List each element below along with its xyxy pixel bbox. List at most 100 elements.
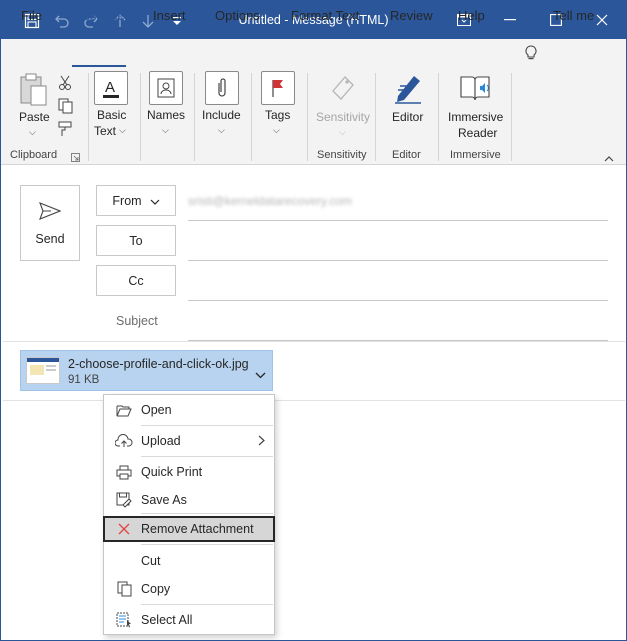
menu-item-save-as[interactable]: Save As [104,487,274,513]
divider [3,341,625,342]
cc-label: Cc [128,273,144,288]
clipboard-launcher-icon[interactable] [71,151,80,165]
basic-text-icon[interactable]: A [94,71,128,105]
copy-icon [115,581,133,597]
paste-caret-icon[interactable]: ⌵ [29,127,36,138]
lightbulb-icon[interactable] [524,45,538,64]
tags-button[interactable]: Tags [265,108,290,122]
attachment-name: 2-choose-profile-and-click-ok.jpg [68,357,249,371]
menu-item-label: Quick Print [141,465,203,479]
include-caret-icon[interactable]: ⌵ [218,125,225,136]
tab-options[interactable]: Options [215,8,260,23]
tags-caret-icon[interactable]: ⌵ [273,125,280,136]
menu-separator [141,604,273,605]
from-underline [188,220,608,221]
from-button[interactable]: From [96,185,176,216]
sensitivity-icon[interactable] [329,73,357,106]
paperclip-icon[interactable] [205,71,239,105]
divider [3,400,625,401]
chevron-down-icon [150,194,160,208]
chevron-right-icon [258,435,265,449]
from-label: From [112,193,142,208]
tab-help[interactable]: Help [458,8,485,23]
group-separator [307,73,308,161]
basic-text-label-2[interactable]: Text [94,124,116,138]
send-label: Send [35,232,65,246]
attachment-chip[interactable]: 2-choose-profile-and-click-ok.jpg 91 KB [20,350,273,391]
group-separator [375,73,376,161]
menu-item-open[interactable]: Open [104,397,274,423]
subject-label: Subject [116,314,158,328]
menu-item-cut[interactable]: Cut [104,548,274,574]
names-button[interactable]: Names [147,108,185,122]
include-button[interactable]: Include [202,108,241,122]
editor-button[interactable]: Editor [392,110,423,124]
paste-icon[interactable] [18,73,48,110]
group-separator [194,73,195,161]
tab-format-text[interactable]: Format Text [291,8,359,23]
to-button[interactable]: To [96,225,176,256]
attachment-chevron-down-icon[interactable] [255,368,266,382]
immersive-reader-label-1[interactable]: Immersive [448,110,503,124]
remove-x-icon [115,521,133,537]
flag-icon[interactable] [261,71,295,105]
sensitivity-caret-icon[interactable]: ⌵ [339,127,346,138]
attachment-size: 91 KB [68,374,100,386]
menu-item-upload[interactable]: Upload [104,428,274,454]
send-button[interactable]: Send [20,185,80,261]
tell-me-search[interactable]: Tell me [553,8,594,23]
attachment-thumbnail [26,357,60,384]
minimize-icon[interactable] [487,1,533,39]
sensitivity-group-label: Sensitivity [317,149,367,161]
folder-open-icon [115,402,133,418]
sensitivity-button[interactable]: Sensitivity [316,110,370,124]
to-label: To [129,233,143,248]
names-icon[interactable] [149,71,183,105]
printer-icon [115,464,133,480]
group-separator [251,73,252,161]
cloud-upload-icon [115,433,133,449]
menu-item-label: Remove Attachment [141,522,254,536]
tab-message[interactable]: Message [72,8,125,23]
cc-button[interactable]: Cc [96,265,176,296]
menu-separator [141,513,273,514]
menu-item-label: Upload [141,434,181,448]
menu-item-label: Cut [141,554,161,568]
select-all-icon [115,612,133,628]
immersive-reader-icon[interactable] [459,73,493,106]
tab-insert[interactable]: Insert [153,8,186,23]
menu-item-remove-attachment[interactable]: Remove Attachment [103,516,275,542]
to-input[interactable] [188,260,608,261]
copy-icon[interactable] [58,98,73,117]
menu-item-label: Open [141,403,172,417]
names-caret-icon[interactable]: ⌵ [162,125,169,136]
menu-item-label: Select All [141,613,193,627]
basic-text-caret-icon[interactable]: ⌵ [119,125,126,136]
basic-text-label-1[interactable]: Basic [97,108,126,122]
cut-icon[interactable] [58,75,72,94]
menu-item-quick-print[interactable]: Quick Print [104,459,274,485]
menu-separator [141,544,273,545]
paste-button[interactable]: Paste [19,110,50,124]
editor-icon[interactable] [392,72,424,107]
tab-file[interactable]: File [21,8,42,23]
group-separator [140,73,141,161]
menu-item-copy[interactable]: Copy [104,576,274,602]
group-separator [88,73,89,161]
group-separator [438,73,439,161]
from-address: sristi@kerneldatarecovery.com [188,194,353,208]
cc-input[interactable] [188,300,608,301]
outlook-message-window: Untitled - Message (HTML) File Message I… [0,0,627,641]
attachment-context-menu: Open Upload Quick Print Save As Remove A… [103,394,275,635]
save-as-icon [115,492,133,508]
tab-review[interactable]: Review [390,8,433,23]
format-painter-icon[interactable] [58,121,73,140]
ribbon: Paste ⌵ Clipboard A Basic Text ⌵ Names ⌵ [1,67,626,165]
menu-separator [141,456,273,457]
immersive-reader-label-2[interactable]: Reader [458,126,497,140]
editor-group-label: Editor [392,149,421,161]
menu-separator [141,425,273,426]
undo-icon[interactable] [51,10,73,32]
menu-item-select-all[interactable]: Select All [104,607,274,633]
collapse-ribbon-icon[interactable] [604,151,614,165]
